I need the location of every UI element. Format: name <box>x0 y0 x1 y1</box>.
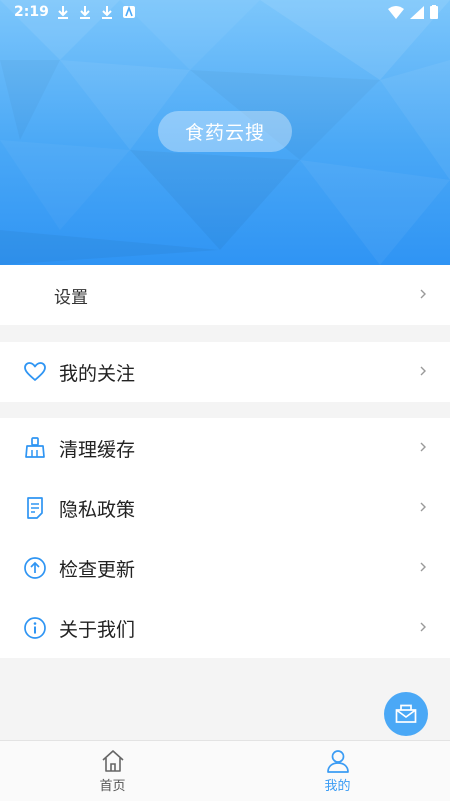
nav-tab-label: 首页 <box>99 778 126 794</box>
menu-group-1: 我的关注 <box>0 342 450 402</box>
status-time: 2:19 <box>14 4 49 20</box>
app-name-badge: 食药云搜 <box>158 111 292 152</box>
bottom-navigation: 首页 我的 <box>0 740 450 801</box>
chevron-right-icon <box>420 502 426 512</box>
menu-item-label: 隐私政策 <box>59 498 136 521</box>
battery-icon <box>430 5 438 23</box>
home-icon <box>101 749 124 772</box>
download-icon <box>56 5 70 19</box>
menu-item-privacy-policy[interactable]: 隐私政策 <box>0 478 450 538</box>
settings-section: 设置 <box>0 265 450 325</box>
chevron-right-icon <box>420 289 426 299</box>
status-bar: 2:19 <box>0 0 450 26</box>
message-button[interactable] <box>384 692 428 736</box>
chevron-right-icon <box>420 366 426 376</box>
mail-icon <box>395 704 417 723</box>
chevron-right-icon <box>420 622 426 632</box>
chevron-right-icon <box>420 442 426 452</box>
broom-icon <box>23 436 47 460</box>
menu-item-label: 检查更新 <box>59 558 136 581</box>
nav-tab-home[interactable]: 首页 <box>0 741 225 801</box>
menu-item-clear-cache[interactable]: 清理缓存 <box>0 418 450 478</box>
menu-item-about-us[interactable]: 关于我们 <box>0 598 450 658</box>
app-notification-icon <box>122 5 136 19</box>
settings-label: 设置 <box>54 287 88 308</box>
signal-icon <box>410 5 424 23</box>
menu-group-2: 清理缓存 隐私政策 检查更新 关于我们 <box>0 418 450 658</box>
menu-item-label: 关于我们 <box>59 618 136 641</box>
download-icon <box>78 5 92 19</box>
arrow-up-circle-icon <box>23 556 47 580</box>
menu-item-label: 清理缓存 <box>59 438 136 461</box>
document-icon <box>23 496 47 520</box>
menu-item-check-update[interactable]: 检查更新 <box>0 538 450 598</box>
download-icon <box>100 5 114 19</box>
settings-row[interactable]: 设置 <box>0 265 450 325</box>
wifi-icon <box>388 5 404 23</box>
info-circle-icon <box>23 616 47 640</box>
user-icon <box>326 749 349 773</box>
chevron-right-icon <box>420 562 426 572</box>
menu-item-label: 我的关注 <box>59 362 136 385</box>
heart-icon <box>23 360 47 384</box>
nav-tab-label: 我的 <box>324 778 351 794</box>
profile-header: 2:19 食药云搜 <box>0 0 450 265</box>
menu-item-my-follows[interactable]: 我的关注 <box>0 342 450 402</box>
nav-tab-mine[interactable]: 我的 <box>225 741 450 801</box>
